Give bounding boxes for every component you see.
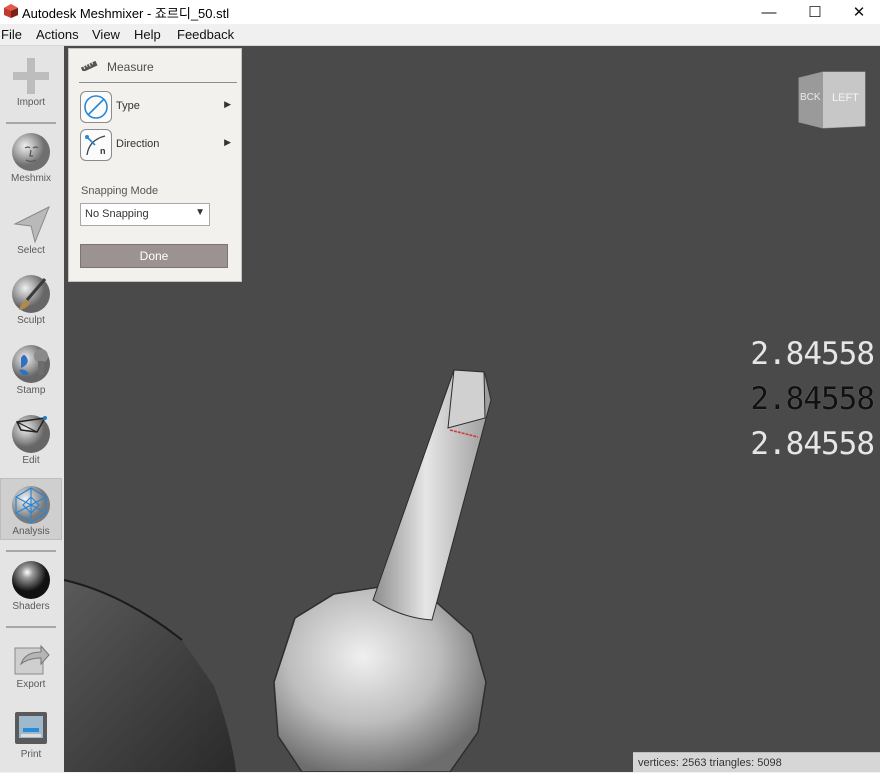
toolbar-divider [6,550,56,552]
menu-actions[interactable]: Actions [36,27,79,42]
menu-file[interactable]: File [1,27,22,42]
snapping-mode-value: No Snapping [85,208,149,220]
view-cube-face-label: LEFT [832,92,859,104]
view-cube-side-label: BCK [800,92,821,103]
ruler-icon [80,61,98,71]
minimize-button[interactable]: — [746,0,792,24]
tool-print-label: Print [20,749,42,760]
toolbar-divider [6,122,56,124]
tool-analysis-label: Analysis [12,526,50,537]
close-button[interactable]: ✕ [836,0,880,24]
measure-panel: Measure Type ▶ n Direction ▶ Snapping Mo… [68,48,242,282]
tool-shaders-label: Shaders [12,601,50,612]
mesh-stats-status: vertices: 2563 triangles: 5098 [633,752,880,772]
measure-type-label: Type [116,100,140,112]
tool-select-label: Select [17,245,45,256]
maximize-button[interactable]: ☐ [792,0,838,24]
tool-analysis[interactable]: Analysis [0,478,62,540]
tool-meshmix-label: Meshmix [10,173,51,184]
menu-feedback[interactable]: Feedback [177,27,234,42]
tool-stamp-label: Stamp [16,385,46,396]
tool-edit[interactable]: Edit [0,414,62,466]
brush-icon [11,274,51,314]
meshmixer-logo-icon [4,4,18,18]
panel-divider [79,82,237,83]
analysis-icon [11,485,51,525]
arrow-select-icon [11,204,51,244]
tool-export-label: Export [16,679,46,690]
done-button[interactable]: Done [80,244,228,268]
tool-sculpt[interactable]: Sculpt [0,274,62,326]
tool-print[interactable]: Print [0,708,62,760]
menu-bar: File Actions View Help Feedback [0,24,880,46]
measurement-value-1: 2.84558 [750,336,875,372]
tool-select[interactable]: Select [0,204,62,256]
chevron-down-icon: ▼ [195,207,205,218]
printer-icon [11,708,51,748]
tool-stamp[interactable]: Stamp [0,344,62,396]
measurement-value-3: 2.84558 [750,426,875,462]
tool-import[interactable]: Import [0,56,62,108]
tool-meshmix[interactable]: Meshmix [0,132,62,184]
measure-direction-icon: n [80,129,112,161]
measure-direction-label: Direction [116,138,160,150]
chevron-right-icon: ▶ [224,99,231,109]
measure-panel-title: Measure [107,60,154,74]
measure-type-icon [80,91,112,123]
shader-sphere-icon [11,560,51,600]
tool-sculpt-label: Sculpt [17,315,45,326]
tool-shaders[interactable]: Shaders [0,560,62,612]
export-icon [11,638,51,678]
head-icon [11,132,51,172]
measurement-value-2: 2.84558 [750,381,875,417]
edit-mesh-icon [11,414,51,454]
chevron-right-icon: ▶ [224,137,231,147]
view-cube[interactable]: BCK LEFT [797,70,867,130]
menu-view[interactable]: View [92,27,120,42]
title-bar: Autodesk Meshmixer - 죠르디_50.stl — ☐ ✕ [0,0,880,24]
menu-help[interactable]: Help [134,27,161,42]
measure-type-row[interactable]: Type ▶ [79,90,231,124]
tool-edit-label: Edit [22,455,40,466]
left-toolbar: Import Meshmix Select Sculpt Stamp Edit [0,46,65,772]
toolbar-divider [6,626,56,628]
snapping-mode-label: Snapping Mode [81,185,159,197]
plus-icon [11,56,51,96]
direction-icon-letter: n [100,146,106,156]
window-title: Autodesk Meshmixer - 죠르디_50.stl [22,6,230,21]
snapping-mode-select[interactable]: No Snapping ▼ [80,203,210,226]
measure-direction-row[interactable]: n Direction ▶ [79,128,231,162]
measure-panel-header: Measure [69,49,241,83]
tool-export[interactable]: Export [0,638,62,690]
tool-import-label: Import [16,97,46,108]
stamp-icon [11,344,51,384]
